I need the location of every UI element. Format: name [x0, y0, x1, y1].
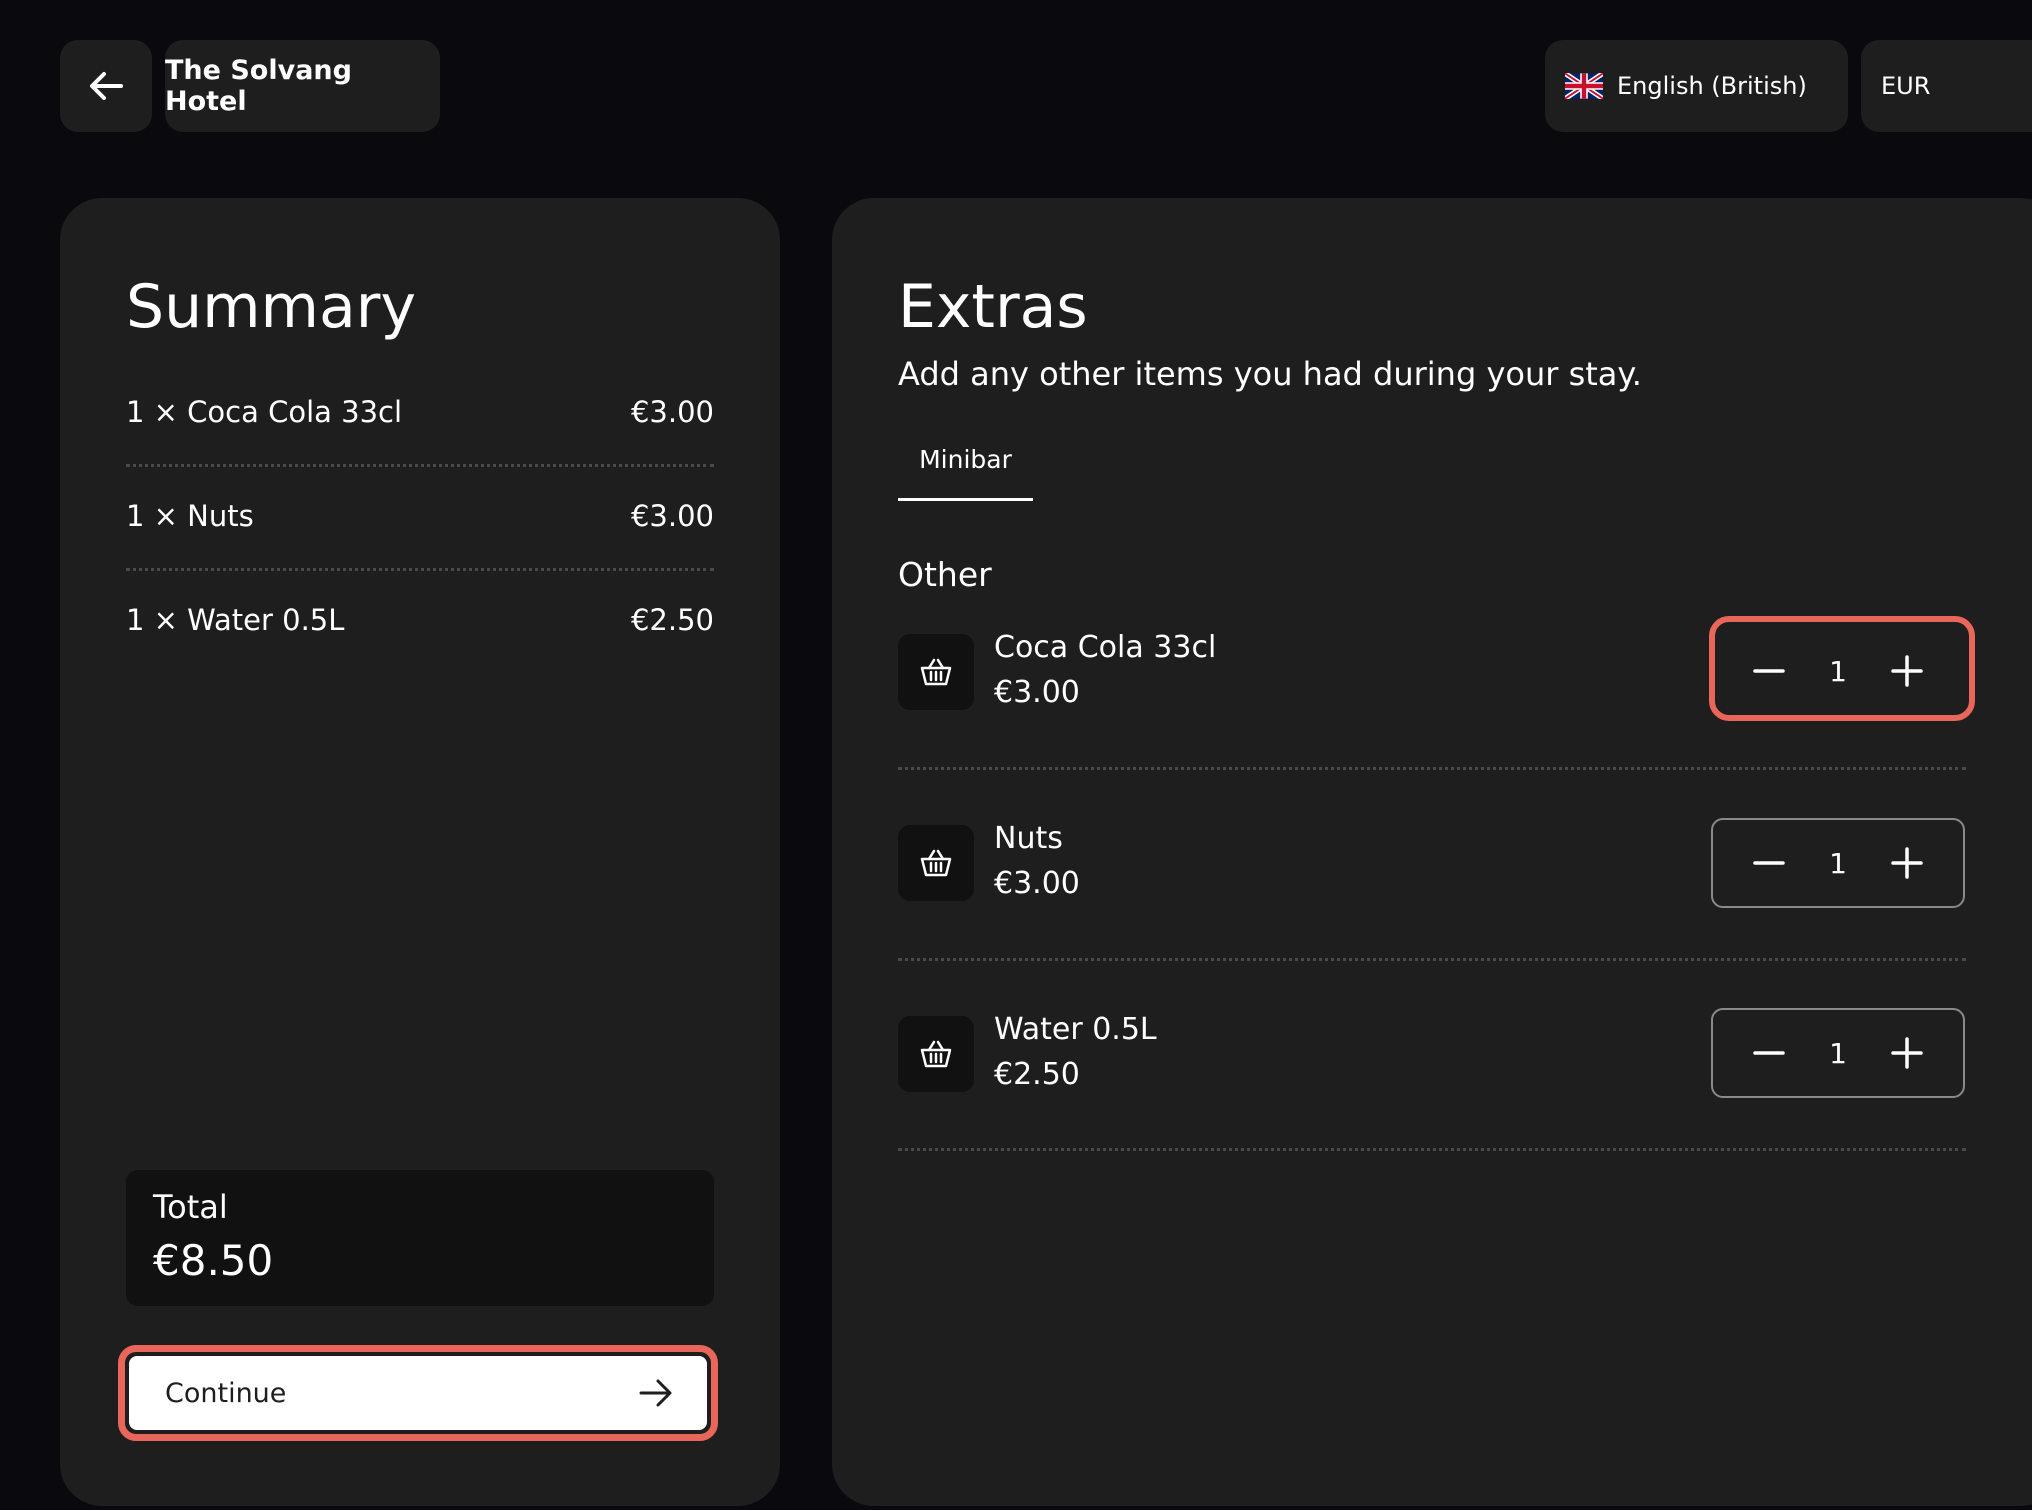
continue-label: Continue [165, 1377, 287, 1409]
summary-title: Summary [126, 272, 416, 342]
extras-title: Extras [898, 272, 1088, 342]
basket-icon [898, 634, 974, 710]
divider [898, 1148, 1966, 1151]
quantity-stepper[interactable]: 1 [1711, 1008, 1965, 1098]
plus-icon[interactable] [1889, 845, 1925, 881]
basket-icon [898, 1016, 974, 1092]
summary-line-price: €3.00 [630, 395, 714, 429]
quantity-value: 1 [1829, 846, 1847, 880]
language-label: English (British) [1617, 72, 1807, 100]
item-price: €3.00 [994, 675, 1080, 710]
language-selector[interactable]: English (British) [1545, 40, 1848, 132]
currency-label: EUR [1881, 72, 1931, 100]
total-box: Total €8.50 [126, 1170, 714, 1306]
minus-icon[interactable] [1751, 1035, 1787, 1071]
quantity-stepper[interactable]: 1 [1711, 626, 1965, 716]
tab-minibar[interactable]: Minibar [898, 445, 1033, 474]
summary-line: 1 × Coca Cola 33cl €3.00 [126, 395, 714, 429]
basket-icon [898, 825, 974, 901]
quantity-value: 1 [1829, 1036, 1847, 1070]
item-name: Coca Cola 33cl [994, 630, 1217, 665]
divider [898, 767, 1966, 770]
tab-active-indicator [898, 498, 1033, 501]
back-button[interactable] [60, 40, 152, 132]
summary-line-price: €3.00 [630, 499, 714, 533]
summary-line-label: 1 × Water 0.5L [126, 603, 345, 637]
extras-subtitle: Add any other items you had during your … [898, 355, 1642, 393]
minus-icon[interactable] [1751, 653, 1787, 689]
divider [126, 464, 714, 467]
total-label: Total [153, 1188, 228, 1226]
plus-icon[interactable] [1889, 653, 1925, 689]
quantity-stepper[interactable]: 1 [1711, 818, 1965, 908]
arrow-right-icon [639, 1379, 672, 1407]
plus-icon[interactable] [1889, 1035, 1925, 1071]
summary-line: 1 × Water 0.5L €2.50 [126, 603, 714, 637]
section-title: Other [898, 555, 992, 594]
item-name: Water 0.5L [994, 1012, 1157, 1047]
summary-line: 1 × Nuts €3.00 [126, 499, 714, 533]
summary-line-price: €2.50 [630, 603, 714, 637]
quantity-value: 1 [1829, 654, 1847, 688]
continue-button[interactable]: Continue [129, 1356, 707, 1430]
total-value: €8.50 [153, 1236, 274, 1285]
arrow-left-icon [90, 72, 123, 100]
hotel-name[interactable]: The Solvang Hotel [165, 40, 440, 132]
item-price: €3.00 [994, 866, 1080, 901]
summary-line-label: 1 × Nuts [126, 499, 254, 533]
divider [126, 568, 714, 571]
divider [898, 958, 1966, 961]
minus-icon[interactable] [1751, 845, 1787, 881]
item-name: Nuts [994, 821, 1063, 856]
currency-selector[interactable]: EUR [1861, 40, 2032, 132]
uk-flag-icon [1565, 73, 1603, 99]
item-price: €2.50 [994, 1057, 1080, 1092]
summary-line-label: 1 × Coca Cola 33cl [126, 395, 403, 429]
